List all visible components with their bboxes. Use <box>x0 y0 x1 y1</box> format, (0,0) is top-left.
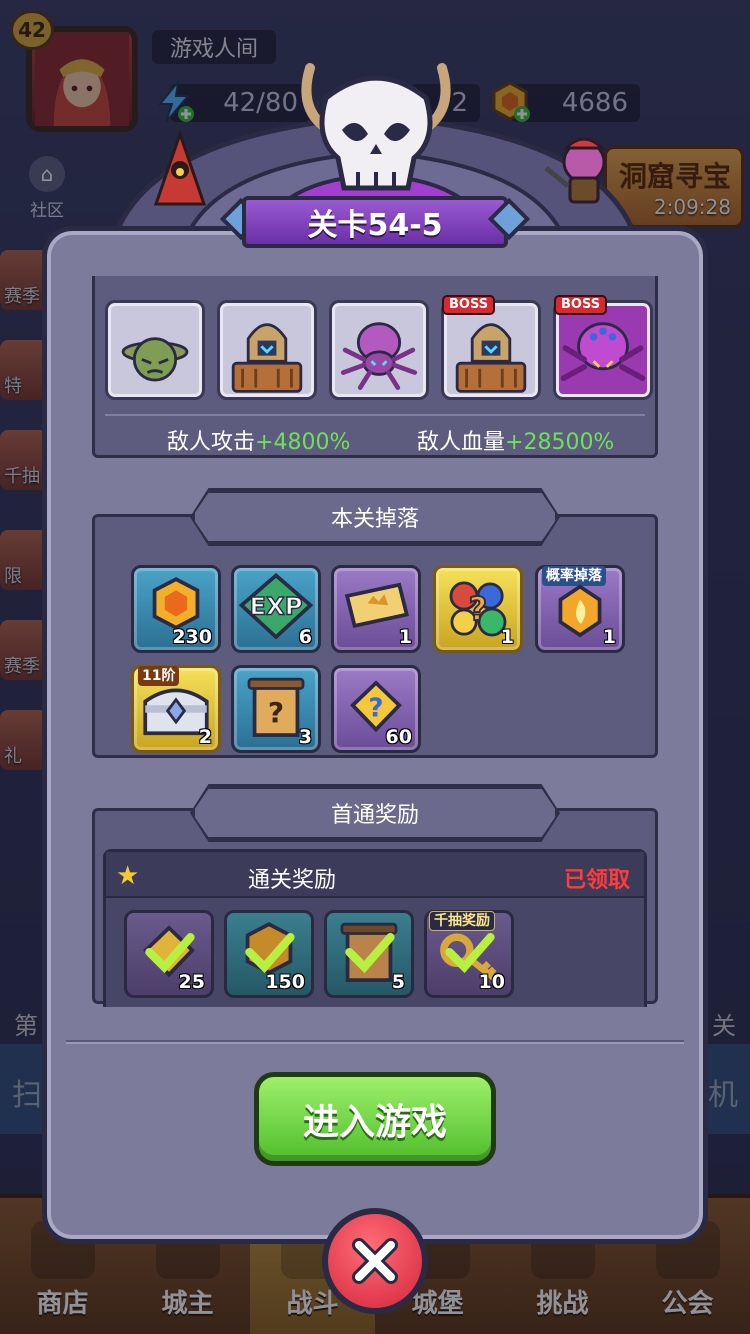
enemy-card[interactable] <box>217 300 317 400</box>
goblin-icon <box>121 337 189 382</box>
first-clear-section-title: 首通奖励 <box>192 786 558 840</box>
enemy-card[interactable]: BOSS <box>553 295 653 400</box>
boss-badge: BOSS <box>442 295 496 315</box>
hooded-figure-icon <box>153 130 207 206</box>
skull-emblem-icon <box>301 63 451 191</box>
enemy-list: BOSS BOSS <box>105 295 653 400</box>
drop-item[interactable]: 230 <box>131 565 221 653</box>
drops-section-title: 本关掉落 <box>192 490 558 544</box>
svg-text:?: ? <box>469 592 487 628</box>
close-button[interactable] <box>322 1208 428 1314</box>
boss-badge: BOSS <box>554 295 608 315</box>
claimed-status: 已领取 <box>563 868 630 893</box>
reward-item[interactable]: 25 <box>124 910 214 998</box>
close-icon <box>352 1238 398 1284</box>
drop-item[interactable]: ? 3 <box>231 665 321 753</box>
stage-title: 关卡54-5 <box>242 196 508 248</box>
stage-title-plate: 关卡54-5 <box>219 192 531 252</box>
drop-item[interactable]: EXP 6 <box>231 565 321 653</box>
armored-knight-icon <box>231 323 303 393</box>
spider-icon <box>340 322 418 390</box>
drop-item[interactable]: ? 1 <box>433 565 523 653</box>
drop-item[interactable]: 1 <box>331 565 421 653</box>
drops-panel: 230 EXP 6 1 ? 1 概率掉落 1 11阶 2 ? 3 ? 60 <box>92 514 658 758</box>
drop-item[interactable]: 概率掉落 1 <box>535 565 625 653</box>
enter-game-button[interactable]: 进入游戏 <box>254 1072 496 1166</box>
clear-reward-title: 通关奖励 <box>248 868 337 893</box>
enemy-hp-stat: 敌人血量+28500% <box>417 430 615 455</box>
drop-item[interactable]: ? 60 <box>331 665 421 753</box>
clear-reward-box: ★ 通关奖励 已领取 25 150 5 千抽奖励 10 <box>103 849 647 1007</box>
enemy-card[interactable] <box>329 300 429 400</box>
enemy-card[interactable] <box>105 300 205 400</box>
goblin-miner-icon <box>544 137 606 204</box>
star-icon: ★ <box>116 861 140 891</box>
enemies-panel: BOSS BOSS 敌人攻击+4800% 敌人血量+28500% <box>92 276 658 458</box>
svg-text:EXP: EXP <box>250 593 303 621</box>
enemy-card[interactable]: BOSS <box>441 295 541 400</box>
divider <box>105 414 645 416</box>
reward-item[interactable]: 千抽奖励 10 <box>424 910 514 998</box>
clear-reward-header: ★ 通关奖励 已领取 <box>106 852 644 898</box>
drop-item[interactable]: 11阶 2 <box>131 665 221 753</box>
divider <box>66 1040 684 1044</box>
reward-item[interactable]: 150 <box>224 910 314 998</box>
spider-queen-icon <box>560 322 646 382</box>
armored-knight-icon <box>455 323 527 393</box>
svg-text:?: ? <box>368 693 383 723</box>
svg-text:?: ? <box>268 696 284 729</box>
reward-item[interactable]: 5 <box>324 910 414 998</box>
enemy-attack-stat: 敌人攻击+4800% <box>167 430 351 455</box>
